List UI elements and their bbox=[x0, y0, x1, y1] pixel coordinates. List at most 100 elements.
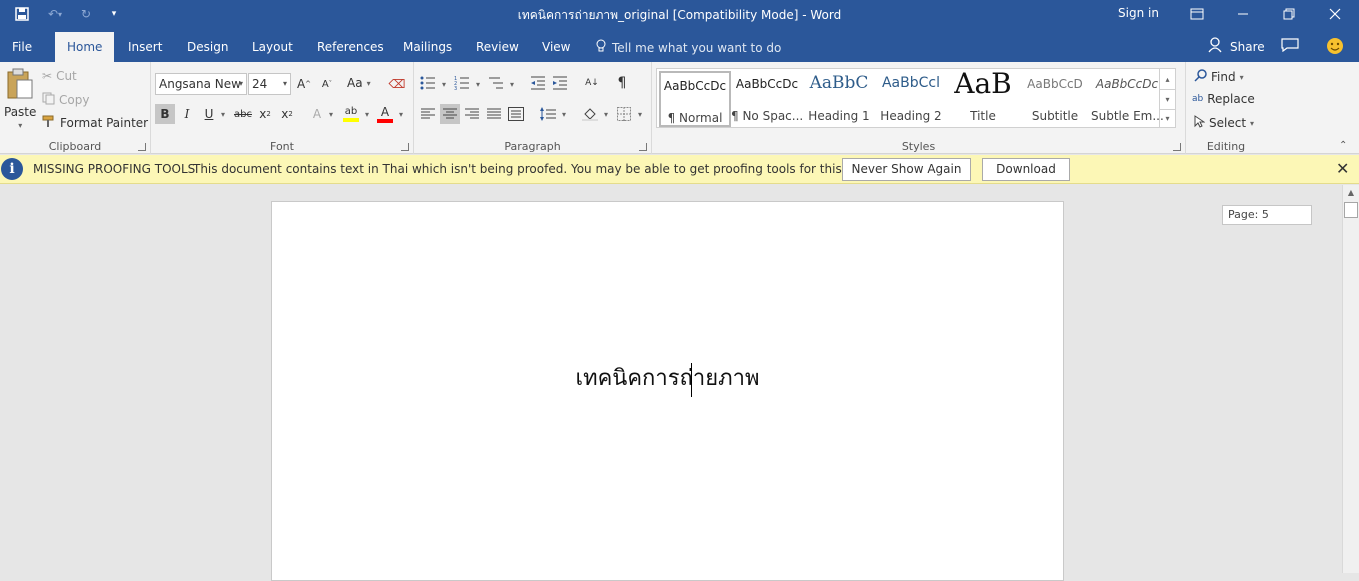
clipboard-launcher-icon[interactable] bbox=[138, 143, 146, 151]
close-icon[interactable] bbox=[1312, 0, 1358, 28]
shading-icon[interactable] bbox=[580, 104, 600, 124]
text-effects-icon[interactable]: A bbox=[307, 104, 327, 124]
justify-icon[interactable] bbox=[484, 104, 504, 124]
never-show-again-button[interactable]: Never Show Again bbox=[842, 158, 971, 181]
restore-icon[interactable] bbox=[1266, 0, 1312, 28]
shrink-font-icon[interactable]: Aˇ bbox=[317, 74, 337, 94]
align-left-icon[interactable] bbox=[418, 104, 438, 124]
tab-view[interactable]: View bbox=[530, 32, 582, 62]
italic-icon[interactable]: I bbox=[177, 104, 197, 124]
format-painter-button[interactable]: Format Painter bbox=[42, 115, 148, 131]
bullets-icon[interactable] bbox=[418, 73, 438, 93]
style-name: ¶ Normal bbox=[667, 111, 723, 125]
line-spacing-icon[interactable] bbox=[538, 104, 558, 124]
minimize-icon[interactable] bbox=[1220, 0, 1266, 28]
text-cursor bbox=[691, 363, 692, 397]
strikethrough-icon[interactable]: abc bbox=[233, 104, 253, 124]
style-subtle-emphasis[interactable]: AaBbCcDc Subtle Em... bbox=[1091, 71, 1163, 127]
distributed-icon[interactable] bbox=[506, 104, 526, 124]
bullets-dropdown-icon[interactable]: ▾ bbox=[438, 74, 450, 94]
close-message-icon[interactable]: ✕ bbox=[1336, 159, 1349, 178]
bold-icon[interactable]: B bbox=[155, 104, 175, 124]
style-heading-1[interactable]: AaBbC Heading 1 bbox=[803, 71, 875, 127]
paste-icon bbox=[6, 68, 34, 103]
underline-dropdown-icon[interactable]: ▾ bbox=[217, 104, 229, 124]
font-launcher-icon[interactable] bbox=[401, 143, 409, 151]
paragraph-launcher-icon[interactable] bbox=[639, 143, 647, 151]
styles-more-icon[interactable]: ▾ bbox=[1159, 109, 1175, 127]
style-subtitle[interactable]: AaBbCcD Subtitle bbox=[1019, 71, 1091, 127]
sort-icon[interactable]: A↓ bbox=[582, 73, 602, 93]
document-heading[interactable]: เทคนิคการถ่ายภาพ bbox=[272, 360, 1063, 395]
align-center-icon[interactable] bbox=[440, 104, 460, 124]
show-formatting-marks-icon[interactable]: ¶ bbox=[612, 73, 632, 93]
style-title[interactable]: AaB Title bbox=[947, 71, 1019, 127]
highlight-dropdown-icon[interactable]: ▾ bbox=[361, 104, 373, 124]
paste-button[interactable]: Paste ▾ bbox=[4, 68, 36, 130]
find-button[interactable]: Find ▾ bbox=[1194, 69, 1244, 85]
copy-button[interactable]: Copy bbox=[42, 92, 89, 108]
font-color-icon[interactable]: A bbox=[375, 104, 395, 124]
decrease-indent-icon[interactable] bbox=[528, 73, 548, 93]
superscript-icon[interactable]: x2 bbox=[277, 104, 297, 124]
tab-design[interactable]: Design bbox=[175, 32, 240, 62]
grow-font-icon[interactable]: A ^ bbox=[294, 74, 314, 94]
style-heading-2[interactable]: AaBbCcl Heading 2 bbox=[875, 71, 947, 127]
tab-home[interactable]: Home bbox=[55, 32, 115, 62]
editing-group: Find ▾ ab Replace Select ▾ Editing bbox=[1186, 62, 1266, 154]
numbering-icon[interactable]: 123 bbox=[452, 73, 472, 93]
cut-button[interactable]: ✂ Cut bbox=[42, 69, 77, 83]
scrollbar-thumb[interactable] bbox=[1344, 202, 1358, 218]
smiley-feedback-icon[interactable] bbox=[1326, 37, 1344, 58]
shading-dropdown-icon[interactable]: ▾ bbox=[600, 104, 612, 124]
find-icon bbox=[1194, 69, 1207, 85]
text-effects-dropdown-icon[interactable]: ▾ bbox=[325, 104, 337, 124]
tab-insert[interactable]: Insert bbox=[116, 32, 174, 62]
font-size-combo[interactable]: 24 ▾ bbox=[248, 73, 291, 95]
tab-layout[interactable]: Layout bbox=[240, 32, 305, 62]
borders-icon[interactable] bbox=[614, 104, 634, 124]
style-name: ¶ No Spac... bbox=[731, 109, 803, 123]
multilevel-dropdown-icon[interactable]: ▾ bbox=[506, 74, 518, 94]
font-color-dropdown-icon[interactable]: ▾ bbox=[395, 104, 407, 124]
font-group-label: Font bbox=[270, 140, 294, 153]
underline-icon[interactable]: U bbox=[199, 104, 219, 124]
collapse-ribbon-icon[interactable]: ⌃ bbox=[1339, 140, 1347, 151]
multilevel-list-icon[interactable] bbox=[486, 73, 506, 93]
select-label: Select bbox=[1209, 116, 1247, 130]
comments-icon[interactable] bbox=[1281, 38, 1299, 55]
style-no-spacing[interactable]: AaBbCcDc ¶ No Spac... bbox=[731, 71, 803, 127]
scroll-up-arrow-icon[interactable]: ▲ bbox=[1343, 185, 1359, 201]
font-name-combo[interactable]: Angsana New ▾ bbox=[155, 73, 247, 95]
highlight-color-icon[interactable]: ab bbox=[341, 104, 361, 124]
sign-in-link[interactable]: Sign in bbox=[1118, 6, 1159, 20]
ribbon-display-options-icon[interactable] bbox=[1174, 0, 1220, 28]
styles-scroll-down-icon[interactable]: ▾ bbox=[1159, 89, 1175, 109]
line-spacing-dropdown-icon[interactable]: ▾ bbox=[558, 104, 570, 124]
align-right-icon[interactable] bbox=[462, 104, 482, 124]
share-button[interactable]: Share bbox=[1208, 37, 1265, 56]
subscript-icon[interactable]: x2 bbox=[255, 104, 275, 124]
replace-icon: ab bbox=[1192, 94, 1204, 104]
style-normal[interactable]: AaBbCcDc ¶ Normal bbox=[659, 71, 731, 127]
numbering-dropdown-icon[interactable]: ▾ bbox=[472, 74, 484, 94]
editing-group-label: Editing bbox=[1206, 140, 1246, 153]
tab-mailings[interactable]: Mailings bbox=[391, 32, 464, 62]
tab-references[interactable]: References bbox=[305, 32, 396, 62]
select-button[interactable]: Select ▾ bbox=[1194, 115, 1254, 131]
tab-file[interactable]: File bbox=[0, 32, 44, 62]
title-bar: ↶ ▾ ↻ ▾ เทคนิคการถ่ายภาพ_original [Compa… bbox=[0, 0, 1359, 28]
clear-formatting-icon[interactable]: ⌫ bbox=[387, 74, 407, 94]
replace-button[interactable]: ab Replace bbox=[1192, 92, 1255, 106]
styles-scroll-up-icon[interactable]: ▴ bbox=[1159, 69, 1175, 89]
tell-me-box[interactable]: Tell me what you want to do bbox=[596, 39, 781, 56]
vertical-scrollbar[interactable]: ▲ bbox=[1342, 185, 1359, 573]
style-sample: AaBbC bbox=[809, 73, 869, 93]
download-button[interactable]: Download bbox=[982, 158, 1070, 181]
borders-dropdown-icon[interactable]: ▾ bbox=[634, 104, 646, 124]
tab-review[interactable]: Review bbox=[464, 32, 531, 62]
document-page[interactable]: เทคนิคการถ่ายภาพ bbox=[271, 201, 1064, 581]
change-case-button[interactable]: Aa ▾ bbox=[347, 76, 371, 90]
increase-indent-icon[interactable] bbox=[550, 73, 570, 93]
styles-launcher-icon[interactable] bbox=[1173, 143, 1181, 151]
